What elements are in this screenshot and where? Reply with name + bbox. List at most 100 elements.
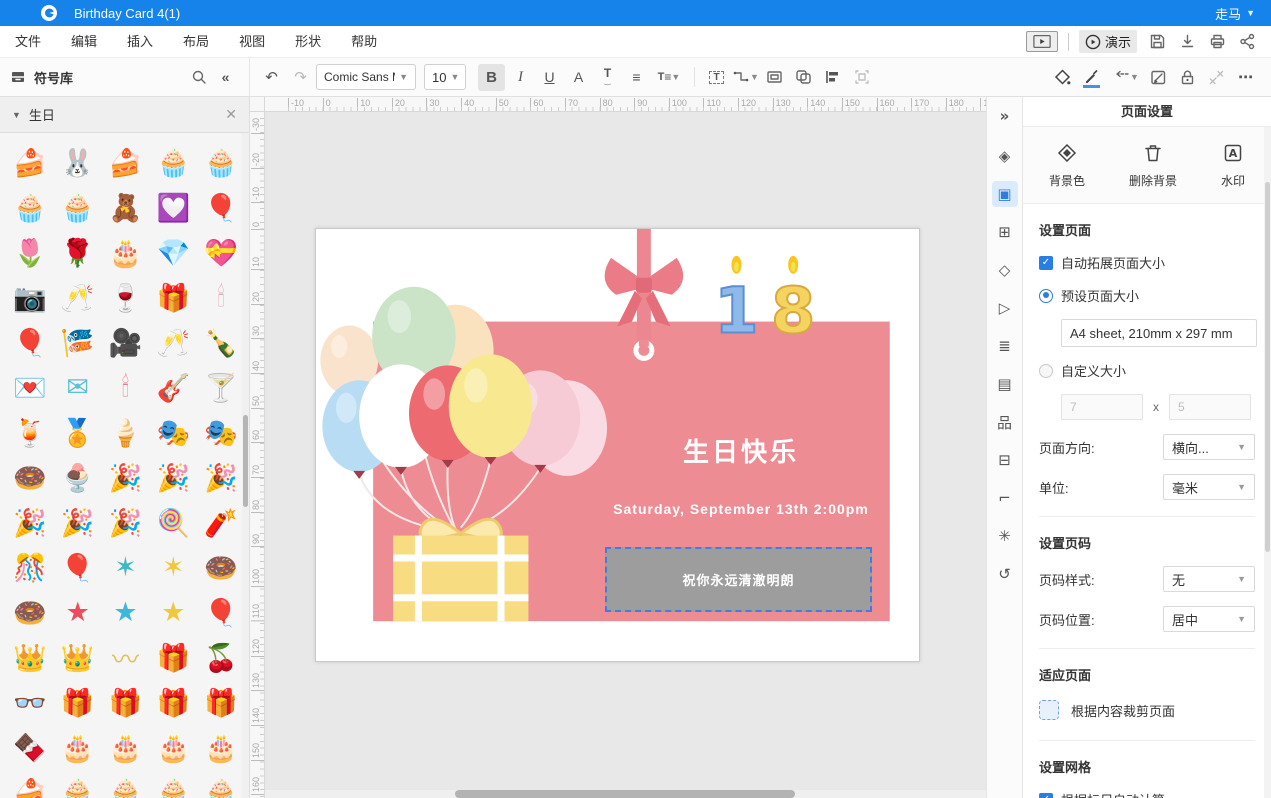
- italic-button[interactable]: I: [507, 64, 534, 91]
- connector-button[interactable]: ▼: [732, 64, 759, 91]
- canvas[interactable]: -100102030405060708090100110120130140150…: [250, 97, 986, 798]
- print-button[interactable]: [1207, 33, 1227, 51]
- data-icon[interactable]: ≣: [992, 333, 1018, 359]
- martini-icon[interactable]: 🍸: [197, 366, 245, 409]
- fill-color-button[interactable]: [1049, 64, 1076, 91]
- star-yellow-icon[interactable]: ★: [149, 591, 197, 634]
- radio-unselected-icon[interactable]: [1039, 364, 1053, 378]
- mask-blue-icon[interactable]: 🎭: [149, 411, 197, 454]
- connector-icon[interactable]: ⌐: [992, 485, 1018, 511]
- sidebar-scrollbar[interactable]: [242, 133, 249, 798]
- party-hat-teal-icon[interactable]: 🎉: [6, 501, 54, 544]
- menu-shape[interactable]: 形状: [280, 26, 336, 57]
- preset-size-input[interactable]: A4 sheet, 210mm x 297 mm: [1061, 319, 1257, 347]
- theme-style-button[interactable]: [1145, 64, 1172, 91]
- auto-calc-row[interactable]: ✓ 根据标尺自动计算: [1039, 790, 1255, 798]
- lollipop-icon[interactable]: 🍭: [149, 501, 197, 544]
- auto-expand-row[interactable]: ✓ 自动拓展页面大小: [1039, 253, 1255, 272]
- delete-background-button[interactable]: 删除背景: [1129, 143, 1177, 189]
- ice-cream-cone-icon[interactable]: 🍦: [102, 411, 150, 454]
- search-button[interactable]: [185, 64, 212, 91]
- undo-button[interactable]: ↶: [258, 64, 285, 91]
- share-button[interactable]: [1237, 33, 1257, 51]
- cupcake-cherry-icon[interactable]: 🧁: [197, 141, 245, 184]
- background-color-button[interactable]: 背景色: [1049, 143, 1085, 189]
- floor-plan-icon[interactable]: ⊟: [992, 447, 1018, 473]
- download-button[interactable]: [1177, 33, 1197, 51]
- align-objects-button[interactable]: [819, 64, 846, 91]
- champagne-bottle-icon[interactable]: 🍾: [197, 321, 245, 364]
- line-color-button[interactable]: [1078, 64, 1105, 91]
- lock-button[interactable]: [1174, 64, 1201, 91]
- cupcake-chocolate-icon[interactable]: 🧁: [197, 771, 245, 798]
- font-family-select[interactable]: Comic Sans MS▼: [316, 64, 416, 90]
- menu-help[interactable]: 帮助: [336, 26, 392, 57]
- award-rosette-icon[interactable]: 🏅: [54, 411, 102, 454]
- star-wand-yellow-icon[interactable]: ✶: [149, 546, 197, 589]
- crop-to-content-button[interactable]: 根据内容裁剪页面: [1039, 700, 1255, 720]
- tools-button[interactable]: [1203, 64, 1230, 91]
- arrange-icon[interactable]: ✳: [992, 523, 1018, 549]
- balloon-cluster[interactable]: [320, 287, 607, 479]
- scrollbar-thumb[interactable]: [1265, 182, 1270, 552]
- gift-green-icon[interactable]: 🎁: [54, 681, 102, 724]
- gift-pink-icon[interactable]: 🎁: [149, 681, 197, 724]
- underline-button[interactable]: U: [536, 64, 563, 91]
- h-scrollbar[interactable]: [265, 790, 986, 798]
- menu-insert[interactable]: 插入: [112, 26, 168, 57]
- fill-style-icon[interactable]: ◈: [992, 143, 1018, 169]
- line-style-button[interactable]: ▼: [1107, 64, 1143, 91]
- text-effect-button[interactable]: T‿: [594, 64, 621, 91]
- heart-balloon-pair-icon[interactable]: 🎈: [54, 546, 102, 589]
- font-color-button[interactable]: A: [565, 64, 592, 91]
- candle-digit-8[interactable]: 8: [771, 275, 815, 349]
- cupcake-purple-icon[interactable]: 🧁: [149, 771, 197, 798]
- font-size-select[interactable]: 10▼: [424, 64, 466, 90]
- width-input[interactable]: 7: [1061, 394, 1143, 420]
- document-page[interactable]: 1 8: [315, 228, 920, 662]
- cupcake-heart-icon[interactable]: 🧁: [54, 186, 102, 229]
- close-icon[interactable]: ✕: [225, 106, 237, 123]
- gift-teal-icon[interactable]: 🎁: [197, 681, 245, 724]
- page-number-pos-select[interactable]: 居中▼: [1163, 606, 1255, 632]
- tulip-icon[interactable]: 🌷: [6, 231, 54, 274]
- scrollbar-thumb[interactable]: [243, 415, 248, 507]
- party-hat-pink-icon[interactable]: 🎉: [54, 501, 102, 544]
- gift-red-icon[interactable]: 🎁: [149, 276, 197, 319]
- radio-selected-icon[interactable]: [1039, 289, 1053, 303]
- envelope-heart-icon[interactable]: 💌: [6, 366, 54, 409]
- hbd-heart-icon[interactable]: 💟: [149, 186, 197, 229]
- gift-yellow-icon[interactable]: 🎁: [149, 636, 197, 679]
- guitar-icon[interactable]: 🎸: [149, 366, 197, 409]
- preset-size-row[interactable]: 预设页面大小: [1039, 286, 1255, 305]
- bunny-icon[interactable]: 🐰: [54, 141, 102, 184]
- surprise-box-icon[interactable]: 🎊: [6, 546, 54, 589]
- donut-chocolate-icon[interactable]: 🍩: [197, 546, 245, 589]
- crown-teal-icon[interactable]: 👑: [54, 636, 102, 679]
- moustache-icon[interactable]: 〰: [102, 636, 150, 679]
- muffin-icon[interactable]: 🧁: [54, 771, 102, 798]
- text-box-button[interactable]: T: [703, 64, 730, 91]
- star-red-icon[interactable]: ★: [54, 591, 102, 634]
- balloon-yellow-icon[interactable]: 🎈: [6, 321, 54, 364]
- party-hat-stripe-icon[interactable]: 🎉: [102, 501, 150, 544]
- donut-pink-icon[interactable]: 🍩: [6, 456, 54, 499]
- more-options-button[interactable]: ⋯: [1232, 64, 1259, 91]
- envelope-open-icon[interactable]: ✉: [54, 366, 102, 409]
- unit-select[interactable]: 毫米▼: [1163, 474, 1255, 500]
- candelabra-icon[interactable]: 🕯: [102, 366, 150, 409]
- round-glasses-icon[interactable]: 👓: [6, 681, 54, 724]
- bold-button[interactable]: B: [478, 64, 505, 91]
- earrings-icon[interactable]: 🍒: [197, 636, 245, 679]
- star-wand-teal-icon[interactable]: ✶: [102, 546, 150, 589]
- height-input[interactable]: 5: [1169, 394, 1251, 420]
- cocktail-lemon-icon[interactable]: 🍹: [6, 411, 54, 454]
- teddy-bear-icon[interactable]: 🧸: [102, 186, 150, 229]
- heart-box-icon[interactable]: 💝: [197, 231, 245, 274]
- candle-cake-icon[interactable]: 🎂: [102, 726, 150, 769]
- category-header[interactable]: ▼ 生日 ✕: [0, 97, 249, 133]
- star-blue-icon[interactable]: ★: [102, 591, 150, 634]
- chocolate-cake-icon[interactable]: 🎂: [54, 726, 102, 769]
- mask-navy-icon[interactable]: 🎭: [197, 411, 245, 454]
- birthday-cake-icon[interactable]: 🎂: [197, 726, 245, 769]
